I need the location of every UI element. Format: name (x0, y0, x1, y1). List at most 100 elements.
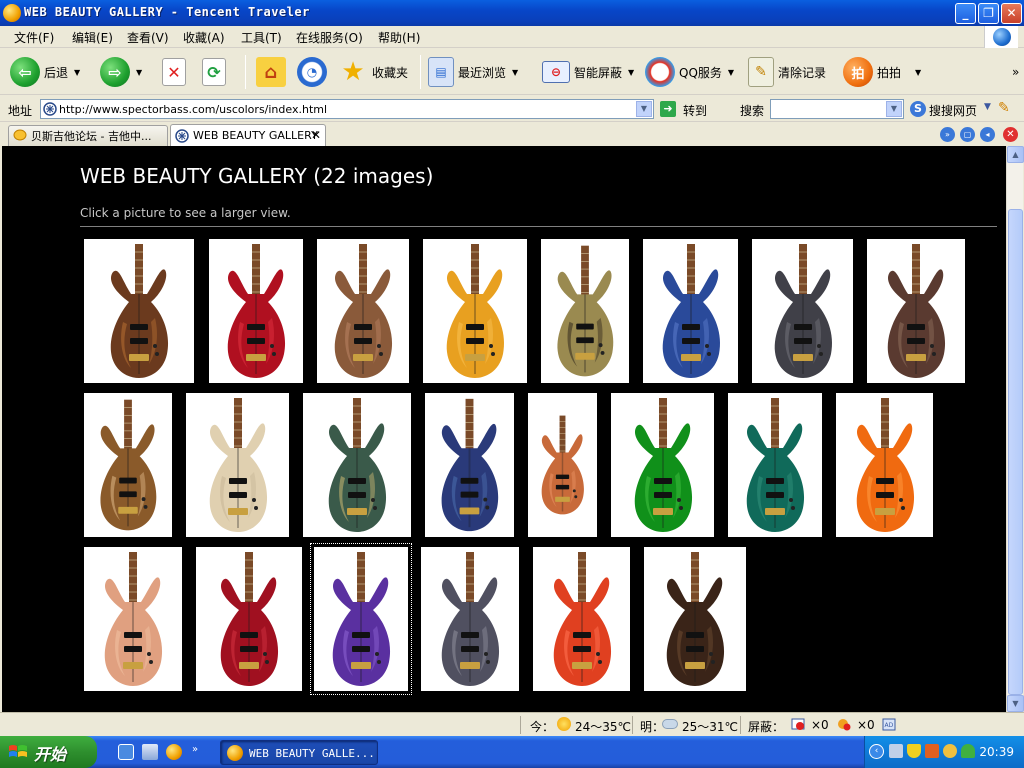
show-desktop-icon[interactable] (118, 744, 134, 760)
page-content: WEB BEAUTY GALLERY (22 images) Click a p… (2, 146, 1006, 712)
toolbar-overflow-icon[interactable]: » (1012, 65, 1019, 79)
quicklaunch-overflow-icon[interactable]: » (192, 744, 198, 755)
gallery-thumbnail-16[interactable] (836, 393, 933, 537)
scrollbar-thumb[interactable] (1008, 209, 1023, 695)
url-input[interactable]: http://www.spectorbass.com/uscolors/inde… (40, 99, 654, 119)
tomorrow-temp: 25～31℃ (682, 720, 739, 734)
home-button[interactable]: ⌂ (256, 55, 286, 89)
back-button[interactable]: ⇦ 后退 ▼ (10, 55, 80, 89)
qq-service-dropdown-icon[interactable]: ▼ (728, 68, 734, 77)
go-button[interactable]: 转到 (683, 102, 707, 119)
gallery-thumbnail-18[interactable] (196, 547, 302, 691)
sogou-icon[interactable]: S (910, 101, 926, 117)
scroll-down-icon[interactable]: ▼ (1007, 695, 1024, 712)
tray-expand-icon[interactable]: ‹ (869, 744, 884, 759)
page-subtitle: Click a picture to see a larger view. (80, 206, 291, 220)
paipai-dropdown-icon[interactable]: ▼ (915, 68, 921, 77)
smart-block-dropdown-icon[interactable]: ▼ (628, 68, 634, 77)
gallery-thumbnail-13[interactable] (528, 393, 597, 537)
minimize-button[interactable]: _ (955, 3, 976, 24)
media-icon[interactable] (142, 744, 158, 760)
menu-favorites[interactable]: 收藏(A) (183, 29, 225, 46)
tab-web-beauty-gallery[interactable]: WEB BEAUTY GALLERY ✕ (170, 124, 326, 146)
app-icon[interactable] (3, 4, 21, 22)
blocked-popups-count: ×0 (811, 718, 829, 732)
taskbar-window-button[interactable]: WEB BEAUTY GALLE... (220, 740, 378, 765)
favorites-label: 收藏夹 (372, 65, 409, 80)
bass-guitar-image (328, 398, 387, 532)
gallery-thumbnail-3[interactable] (317, 239, 409, 383)
gallery-thumbnail-9[interactable] (84, 393, 172, 537)
back-dropdown-icon[interactable]: ▼ (74, 68, 80, 77)
pencil-icon[interactable]: ✎ (998, 100, 1016, 118)
popup-block-icon[interactable] (791, 718, 805, 731)
vertical-scrollbar[interactable]: ▲ ▼ (1006, 146, 1024, 712)
menu-online-services[interactable]: 在线服务(O) (296, 29, 363, 46)
favorites-button[interactable]: ★ 收藏夹 (338, 55, 408, 89)
shield-icon[interactable] (907, 744, 921, 758)
forward-dropdown-icon[interactable]: ▼ (136, 68, 142, 77)
home-icon: ⌂ (256, 57, 286, 87)
traveler-quicklaunch-icon[interactable] (166, 744, 182, 760)
security-icon[interactable] (925, 744, 939, 758)
gallery-thumbnail-5[interactable] (541, 239, 629, 383)
recent-button[interactable]: ▤ 最近浏览 ▼ (428, 55, 518, 89)
url-dropdown-icon[interactable]: ▼ (636, 101, 652, 117)
qq-tray-icon[interactable] (943, 744, 957, 758)
tab-nav-icon[interactable]: ◂ (980, 127, 995, 142)
gallery-thumbnail-7[interactable] (752, 239, 853, 383)
ad-filter-icon[interactable]: AD (882, 718, 896, 731)
gallery-thumbnail-17[interactable] (84, 547, 182, 691)
refresh-button[interactable]: ⟳ (202, 55, 226, 89)
ad-block-icon[interactable] (837, 718, 851, 731)
gallery-thumbnail-14[interactable] (611, 393, 714, 537)
gallery-thumbnail-4[interactable] (423, 239, 527, 383)
gallery-thumbnail-20[interactable] (421, 547, 519, 691)
gallery-thumbnail-21[interactable] (533, 547, 630, 691)
stop-button[interactable]: ✕ (162, 55, 186, 89)
gallery-thumbnail-10[interactable] (186, 393, 289, 537)
gallery-thumbnail-19[interactable] (310, 543, 412, 695)
smart-block-button[interactable]: ⊖ 智能屏蔽 ▼ (542, 55, 634, 89)
tab-close-icon[interactable]: ✕ (311, 128, 321, 142)
close-all-tabs-icon[interactable]: ✕ (1003, 127, 1018, 142)
menu-edit[interactable]: 编辑(E) (72, 29, 113, 46)
clock: 20:39 (979, 745, 1014, 759)
gallery-thumbnail-15[interactable] (728, 393, 822, 537)
search-engine-button[interactable]: 搜搜网页 (929, 102, 977, 119)
gallery-thumbnail-22[interactable] (644, 547, 746, 691)
menu-help[interactable]: 帮助(H) (378, 29, 420, 46)
bass-guitar-image (334, 244, 393, 378)
gallery-thumbnail-11[interactable] (303, 393, 411, 537)
clock-icon: ◔ (297, 57, 327, 87)
search-dropdown-icon[interactable]: ▼ (886, 101, 902, 117)
qq-service-button[interactable]: QQ服务 ▼ (645, 55, 734, 89)
maximize-button[interactable]: ❐ (978, 3, 999, 24)
search-engine-dropdown-icon[interactable]: ▼ (984, 102, 991, 112)
forward-button[interactable]: ⇨ ▼ (100, 55, 142, 89)
start-button[interactable]: 开始 (0, 736, 97, 768)
gallery-thumbnail-6[interactable] (643, 239, 738, 383)
umbrella-icon[interactable] (961, 744, 975, 758)
paipai-button[interactable]: 拍 拍拍 ▼ (843, 55, 921, 89)
network-icon[interactable] (889, 744, 903, 758)
scroll-up-icon[interactable]: ▲ (1007, 146, 1024, 163)
blocked-ads-count: ×0 (857, 718, 875, 732)
clear-history-button[interactable]: ✎ 清除记录 (748, 55, 826, 89)
history-button[interactable]: ◔ (297, 55, 327, 89)
gallery-thumbnail-12[interactable] (425, 393, 514, 537)
recent-dropdown-icon[interactable]: ▼ (512, 68, 518, 77)
gallery-thumbnail-8[interactable] (867, 239, 965, 383)
gallery-thumbnail-2[interactable] (209, 239, 303, 383)
close-button[interactable]: ✕ (1001, 3, 1022, 24)
tab-list-icon[interactable]: » (940, 127, 955, 142)
menu-file[interactable]: 文件(F) (14, 29, 54, 46)
search-input[interactable]: ▼ (770, 99, 904, 119)
go-arrow-icon[interactable]: ➜ (660, 101, 676, 117)
status-separator (520, 716, 521, 734)
restore-tab-icon[interactable]: ▢ (960, 127, 975, 142)
gallery-thumbnail-1[interactable] (84, 239, 194, 383)
menu-view[interactable]: 查看(V) (127, 29, 169, 46)
tab-bass-forum[interactable]: 贝斯吉他论坛 - 吉他中... (8, 125, 168, 146)
menu-tools[interactable]: 工具(T) (241, 29, 282, 46)
